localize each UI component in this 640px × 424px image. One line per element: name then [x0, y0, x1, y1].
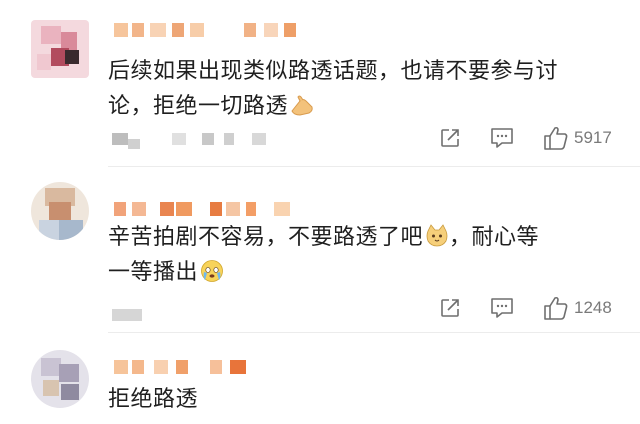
- comment-icon: [491, 128, 513, 148]
- username-blurred[interactable]: [114, 202, 304, 216]
- avatar[interactable]: [31, 20, 89, 78]
- avatar[interactable]: [31, 350, 89, 408]
- hand-icon: [290, 93, 313, 116]
- cat-face-icon: [425, 224, 449, 248]
- comment-text-line: 后续如果出现类似路透话题，也请不要参与讨: [108, 59, 559, 84]
- like-count: 5917: [574, 128, 612, 147]
- like-button[interactable]: 5917: [543, 125, 612, 151]
- meta-blurred: [112, 309, 152, 321]
- comment-text-line: 一等播出: [108, 260, 199, 285]
- username-blurred[interactable]: [114, 360, 254, 374]
- divider: [108, 166, 640, 167]
- share-icon: [441, 299, 459, 317]
- comment-1: 后续如果出现类似路透话题，也请不要参与讨 论，拒绝一切路透 5917: [0, 0, 640, 170]
- comment-button[interactable]: [490, 297, 514, 319]
- comment-text-line: 论，拒绝一切路透: [108, 94, 289, 119]
- meta-blurred: [112, 133, 282, 149]
- comment-3: 拒绝路透: [0, 336, 640, 424]
- comment-text: 拒绝路透: [108, 382, 628, 417]
- comment-text-line: 拒绝路透: [108, 387, 199, 412]
- avatar[interactable]: [31, 182, 89, 240]
- comment-text-line: ，耐心等: [449, 225, 540, 250]
- comment-icon: [491, 298, 513, 318]
- comment-text-line: 辛苦拍剧不容易，不要路透了吧: [108, 225, 424, 250]
- comment-2: 辛苦拍剧不容易，不要路透了吧 ，耐心等 一等播出 1248: [0, 170, 640, 336]
- thumbs-up-icon: [544, 296, 568, 320]
- comment-text: 后续如果出现类似路透话题，也请不要参与讨 论，拒绝一切路透: [108, 54, 628, 124]
- divider: [108, 332, 640, 333]
- like-count: 1248: [574, 298, 612, 317]
- share-button[interactable]: [440, 298, 460, 318]
- share-icon: [441, 129, 459, 147]
- comment-text: 辛苦拍剧不容易，不要路透了吧 ，耐心等 一等播出: [108, 220, 628, 290]
- comment-button[interactable]: [490, 127, 514, 149]
- crying-face-icon: [200, 259, 224, 283]
- like-button[interactable]: 1248: [543, 295, 612, 321]
- thumbs-up-icon: [544, 126, 568, 150]
- share-button[interactable]: [440, 128, 460, 148]
- username-blurred[interactable]: [114, 23, 314, 37]
